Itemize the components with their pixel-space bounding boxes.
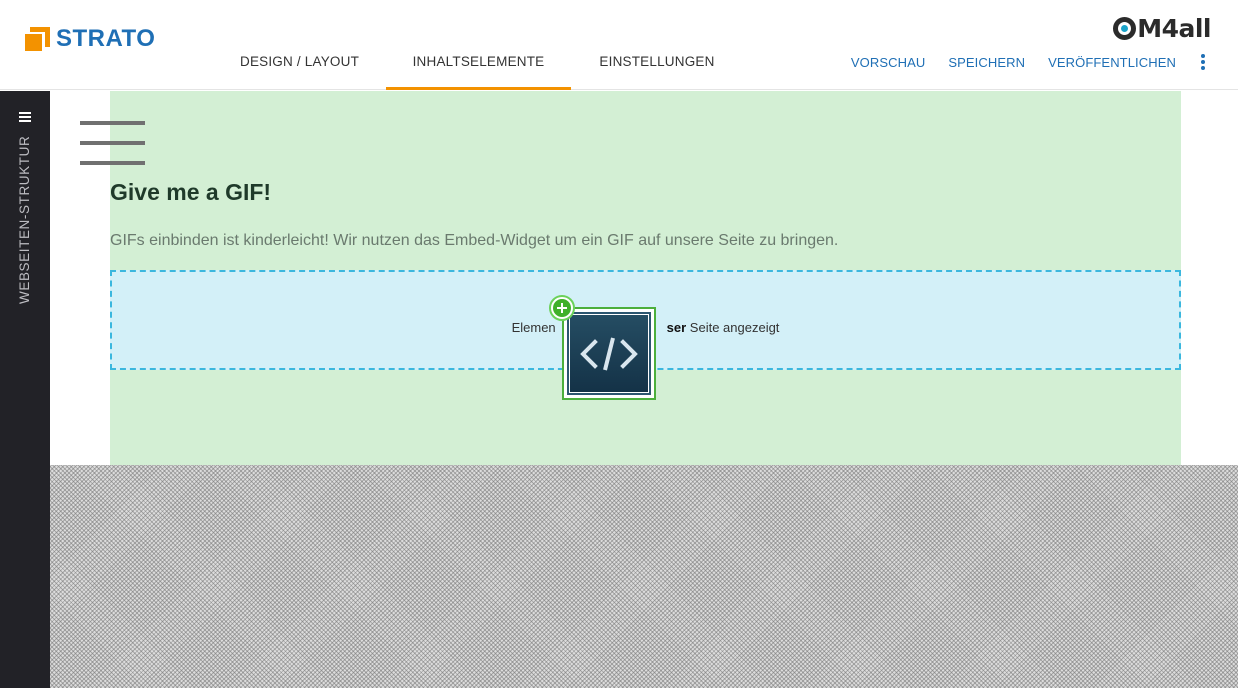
editor-canvas: Give me a GIF! GIFs einbinden ist kinder… [50, 91, 1238, 688]
page-heading[interactable]: Give me a GIF! [110, 179, 271, 206]
strato-logo[interactable]: STRATO [25, 25, 155, 53]
strato-logo-mark-icon [25, 26, 50, 52]
header-actions: VORSCHAU SPEICHERN VERÖFFENTLICHEN [828, 54, 1206, 70]
cm4all-logo-text: M4all [1137, 14, 1211, 43]
main-tabs: DESIGN / LAYOUT INHALTSELEMENTE EINSTELL… [218, 44, 743, 90]
tab-design-layout[interactable]: DESIGN / LAYOUT [218, 44, 386, 90]
strato-logo-text: STRATO [56, 25, 156, 52]
top-bar: STRATO M4all DESIGN / LAYOUT INHALTSELEM… [0, 0, 1238, 90]
plus-circle-icon [549, 295, 575, 321]
cm4all-logo: M4all [1113, 14, 1211, 43]
structure-sidebar: WEBSEITEN-STRUKTUR [0, 91, 50, 688]
page-menu-hamburger-icon[interactable] [80, 121, 145, 165]
code-embed-icon [569, 314, 649, 393]
hamburger-icon[interactable] [19, 112, 31, 122]
tab-label: EINSTELLUNGEN [599, 54, 715, 69]
tab-label: INHALTSELEMENTE [412, 54, 545, 69]
publish-button[interactable]: VERÖFFENTLICHEN [1048, 55, 1176, 70]
page-paragraph[interactable]: GIFs einbinden ist kinderleicht! Wir nut… [110, 232, 838, 250]
canvas-pattern-background [50, 465, 1238, 688]
sidebar-structure-label[interactable]: WEBSEITEN-STRUKTUR [17, 134, 32, 304]
dragged-embed-widget[interactable] [562, 307, 656, 400]
cm4all-logo-mark-icon [1113, 17, 1137, 40]
save-button[interactable]: SPEICHERN [948, 55, 1025, 70]
tab-inhaltselemente[interactable]: INHALTSELEMENTE [386, 44, 571, 90]
tab-label: DESIGN / LAYOUT [240, 54, 360, 69]
preview-button[interactable]: VORSCHAU [851, 55, 925, 70]
tab-einstellungen[interactable]: EINSTELLUNGEN [571, 44, 743, 90]
kebab-vertical-icon[interactable] [1200, 54, 1206, 70]
